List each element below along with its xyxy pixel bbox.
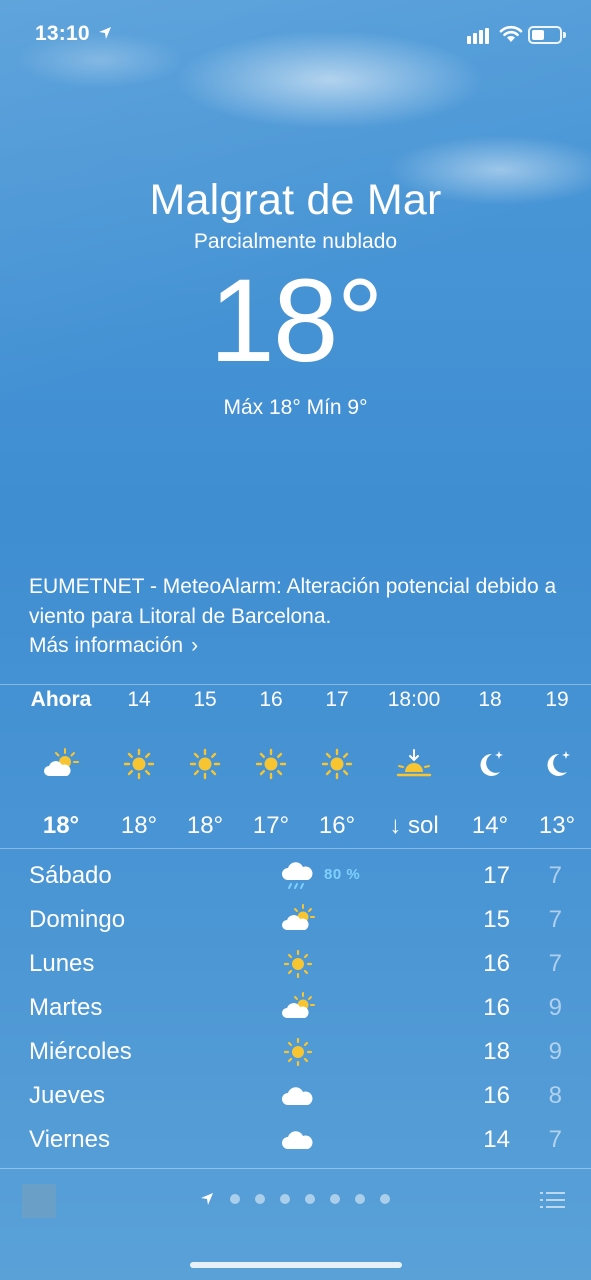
day-high: 16 [483,994,510,1021]
day-name: Domingo [29,906,126,933]
hour-label: 14 [127,688,151,711]
sun-icon [104,746,174,786]
divider [0,1168,591,1169]
cloud-icon [282,1087,313,1105]
hour-temp: 13° [538,812,576,839]
page-dot [380,1194,390,1204]
day-name: Martes [29,994,103,1021]
rain-cloud-icon [282,862,313,889]
divider [0,684,591,685]
hourly-item: 18:00 ↓ sol [379,686,449,840]
day-low: 7 [548,906,562,933]
more-info-label: Más información [29,634,184,657]
hour-temp: ↓ sol [389,812,439,839]
city-name: Malgrat de Mar [149,176,442,224]
sun-icon [236,746,306,786]
condition-text: Parcialmente nublado [193,230,398,253]
status-bar: 13:10 [0,22,591,50]
day-low: 9 [548,994,562,1021]
day-name: Sábado [29,862,112,889]
list-icon[interactable] [540,1190,566,1210]
daily-row: Domingo 15 7 [0,898,591,942]
day-name: Miércoles [29,1038,132,1065]
day-high: 18 [483,1038,510,1065]
hour-label: 17 [325,688,349,711]
precipitation-chance: 80 % [324,866,361,883]
status-time: 13:10 [35,22,90,45]
hourly-item: 16 17° [236,686,306,840]
hour-label: 18:00 [387,688,441,711]
hour-label: 16 [259,688,283,711]
day-low: 7 [548,950,562,977]
page-dot [355,1194,365,1204]
hour-temp: 18° [42,812,80,839]
day-name: Jueves [29,1082,106,1109]
day-low: 7 [548,1126,562,1153]
page-dot [305,1194,315,1204]
hour-temp: 14° [471,812,509,839]
page-dot [330,1194,340,1204]
weather-channel-logo[interactable] [22,1184,56,1218]
hour-temp: 17° [252,812,290,839]
page-dot [255,1194,265,1204]
day-high: 15 [483,906,510,933]
divider [0,848,591,849]
cloud-icon [282,1131,313,1149]
weather-alert-text: EUMETNET - MeteoAlarm: Alteración potenc… [29,575,557,628]
hourly-item: 18 14° [455,686,525,840]
daily-row: Jueves 16 8 [0,1074,591,1118]
cellular-signal-icon [467,28,489,44]
hourly-item: 17 16° [302,686,372,840]
hourly-item: 14 18° [104,686,174,840]
wifi-icon [499,25,523,42]
hour-temp: 16° [318,812,356,839]
hour-label: 15 [193,688,217,711]
location-arrow-icon [99,27,111,39]
sunset-icon [379,746,449,786]
sun-icon [283,1037,313,1067]
day-low: 9 [548,1038,562,1065]
hour-label: Ahora [30,688,92,711]
hour-temp: 18° [186,812,224,839]
location-arrow-icon [201,1193,213,1205]
page-dot [280,1194,290,1204]
hourly-item: Ahora 18° [26,686,96,840]
hour-label: 19 [545,688,569,711]
day-high: 17 [483,862,510,889]
sun-icon [283,949,313,979]
day-low: 8 [548,1082,562,1109]
hourly-item: 19 13° [522,686,591,840]
day-high: 16 [483,950,510,977]
daily-row: Lunes 16 7 [0,942,591,986]
daily-row: Miércoles 18 9 [0,1030,591,1074]
daily-row: Martes 16 9 [0,986,591,1030]
battery-icon [528,26,566,44]
moon-stars-icon [522,746,591,786]
sun-icon [302,746,372,786]
daily-row: Viernes 14 7 [0,1118,591,1162]
day-high: 16 [483,1082,510,1109]
sun-icon [170,746,240,786]
partly-cloudy-icon [26,746,96,786]
hourly-item: 15 18° [170,686,240,840]
high-low-text: Máx 18° Mín 9° [223,396,368,419]
moon-stars-icon [455,746,525,786]
hour-label: 18 [478,688,502,711]
day-name: Viernes [29,1126,110,1153]
more-info-link[interactable]: Más información › [29,634,198,658]
daily-row: Sábado 80 % 17 7 [0,854,591,898]
page-dot [230,1194,240,1204]
day-high: 14 [483,1126,510,1153]
chevron-right-icon: › [191,634,199,657]
day-name: Lunes [29,950,95,977]
day-low: 7 [548,862,562,889]
partly-cloudy-icon [282,904,315,930]
hour-temp: 18° [120,812,158,839]
current-temperature: 18° [209,255,383,387]
home-indicator[interactable] [190,1262,402,1268]
partly-cloudy-icon [282,992,315,1018]
